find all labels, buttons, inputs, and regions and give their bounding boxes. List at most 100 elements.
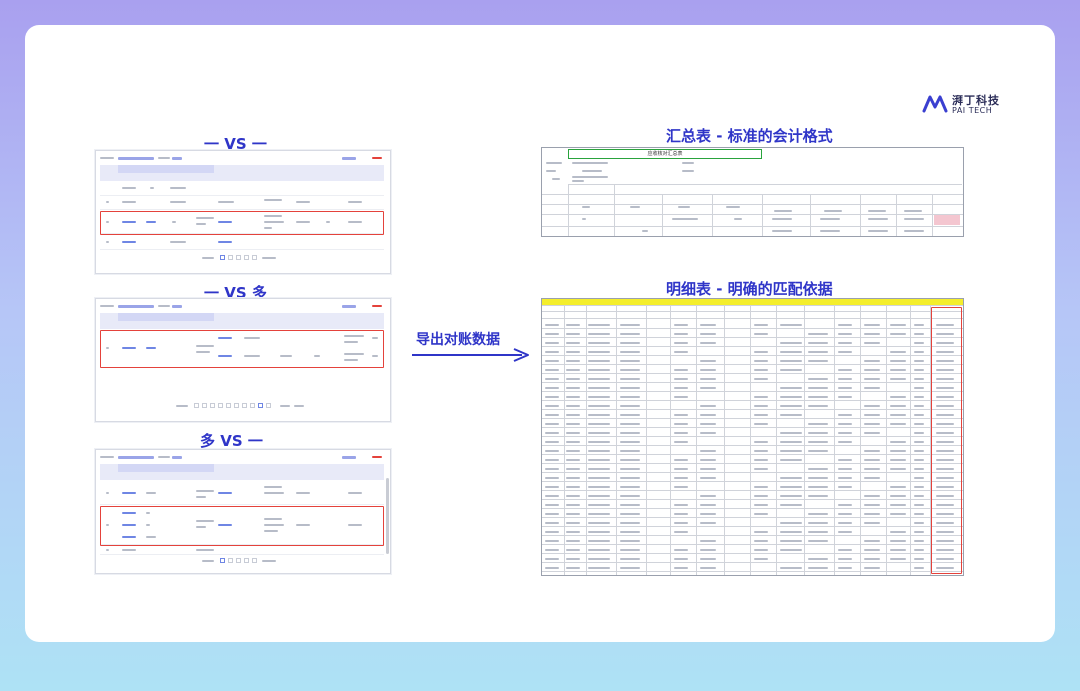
detail-cell: [700, 468, 716, 470]
detail-cell: [588, 351, 610, 353]
detail-cell: [620, 351, 640, 353]
detail-cell: [754, 414, 768, 416]
detail-cell: [780, 324, 802, 326]
detail-row-divider: [542, 445, 963, 446]
detail-row-divider: [542, 553, 963, 554]
detail-cell: [890, 405, 906, 407]
detail-cell: [566, 351, 580, 353]
detail-cell: [780, 396, 802, 398]
matched-row-highlight: [100, 506, 384, 546]
detail-cell: [914, 324, 924, 326]
detail-cell: [545, 495, 559, 497]
detail-cell: [838, 351, 852, 353]
detail-cell: [838, 549, 852, 551]
detail-cell: [914, 405, 924, 407]
detail-cell: [588, 459, 610, 461]
detail-cell: [838, 504, 852, 506]
detail-cell: [674, 441, 688, 443]
detail-cell: [808, 477, 828, 479]
detail-cell: [780, 414, 802, 416]
detail-cell: [620, 324, 640, 326]
detail-cell: [674, 396, 688, 398]
detail-cell: [864, 540, 880, 542]
detail-cell: [700, 360, 716, 362]
detail-cell: [545, 360, 559, 362]
detail-cell: [588, 423, 610, 425]
detail-cell: [808, 378, 828, 380]
detail-cell: [545, 567, 559, 569]
detail-cell: [754, 549, 768, 551]
detail-cell: [864, 459, 880, 461]
right-arrow-icon: [412, 348, 529, 362]
pagination[interactable]: [202, 255, 302, 261]
detail-row-divider: [542, 517, 963, 518]
detail-cell: [838, 459, 852, 461]
detail-cell: [588, 450, 610, 452]
detail-cell: [700, 333, 716, 335]
detail-cell: [700, 549, 716, 551]
detail-cell: [545, 558, 559, 560]
detail-cell: [545, 324, 559, 326]
detail-cell: [914, 441, 924, 443]
detail-cell: [674, 513, 688, 515]
detail-cell: [566, 405, 580, 407]
detail-cell: [700, 378, 716, 380]
detail-cell: [588, 333, 610, 335]
detail-cell: [588, 369, 610, 371]
detail-cell: [914, 468, 924, 470]
detail-cell: [620, 432, 640, 434]
matched-row-highlight: [100, 330, 384, 368]
detail-cell: [754, 369, 768, 371]
detail-cell: [780, 432, 802, 434]
detail-cell: [914, 369, 924, 371]
detail-cell: [700, 558, 716, 560]
vertical-scrollbar[interactable]: [386, 478, 389, 554]
pagination[interactable]: [176, 403, 356, 409]
detail-cell: [808, 522, 828, 524]
detail-row-divider: [542, 364, 963, 365]
detail-cell: [588, 567, 610, 569]
detail-cell: [864, 342, 880, 344]
detail-cell: [890, 468, 906, 470]
detail-cell: [545, 549, 559, 551]
detail-cell: [838, 423, 852, 425]
detail-cell: [674, 432, 688, 434]
detail-cell: [754, 396, 768, 398]
detail-cell: [754, 405, 768, 407]
detail-cell: [864, 567, 880, 569]
pagination[interactable]: [202, 558, 302, 564]
detail-cell: [620, 360, 640, 362]
detail-row-divider: [542, 481, 963, 482]
detail-cell: [545, 423, 559, 425]
detail-cell: [566, 369, 580, 371]
detail-cell: [566, 450, 580, 452]
detail-cell: [808, 387, 828, 389]
detail-cell: [754, 495, 768, 497]
detail-cell: [700, 342, 716, 344]
detail-cell: [864, 432, 880, 434]
detail-cell: [914, 333, 924, 335]
detail-cell: [620, 567, 640, 569]
detail-cell: [838, 333, 852, 335]
detail-cell: [780, 405, 802, 407]
detail-cell: [545, 351, 559, 353]
detail-cell: [864, 558, 880, 560]
detail-cell: [780, 549, 802, 551]
detail-cell: [890, 549, 906, 551]
detail-cell: [620, 495, 640, 497]
detail-cell: [545, 432, 559, 434]
detail-cell: [700, 540, 716, 542]
heading-detail-table: 明细表 - 明确的匹配依据: [666, 280, 833, 298]
detail-row-divider: [542, 463, 963, 464]
detail-cell: [588, 540, 610, 542]
detail-cell: [890, 324, 906, 326]
detail-cell: [838, 432, 852, 434]
detail-cell: [864, 513, 880, 515]
detail-cell: [914, 477, 924, 479]
detail-cell: [566, 423, 580, 425]
detail-cell: [700, 495, 716, 497]
detail-cell: [914, 486, 924, 488]
detail-cell: [780, 477, 802, 479]
detail-cell: [674, 558, 688, 560]
detail-cell: [838, 324, 852, 326]
